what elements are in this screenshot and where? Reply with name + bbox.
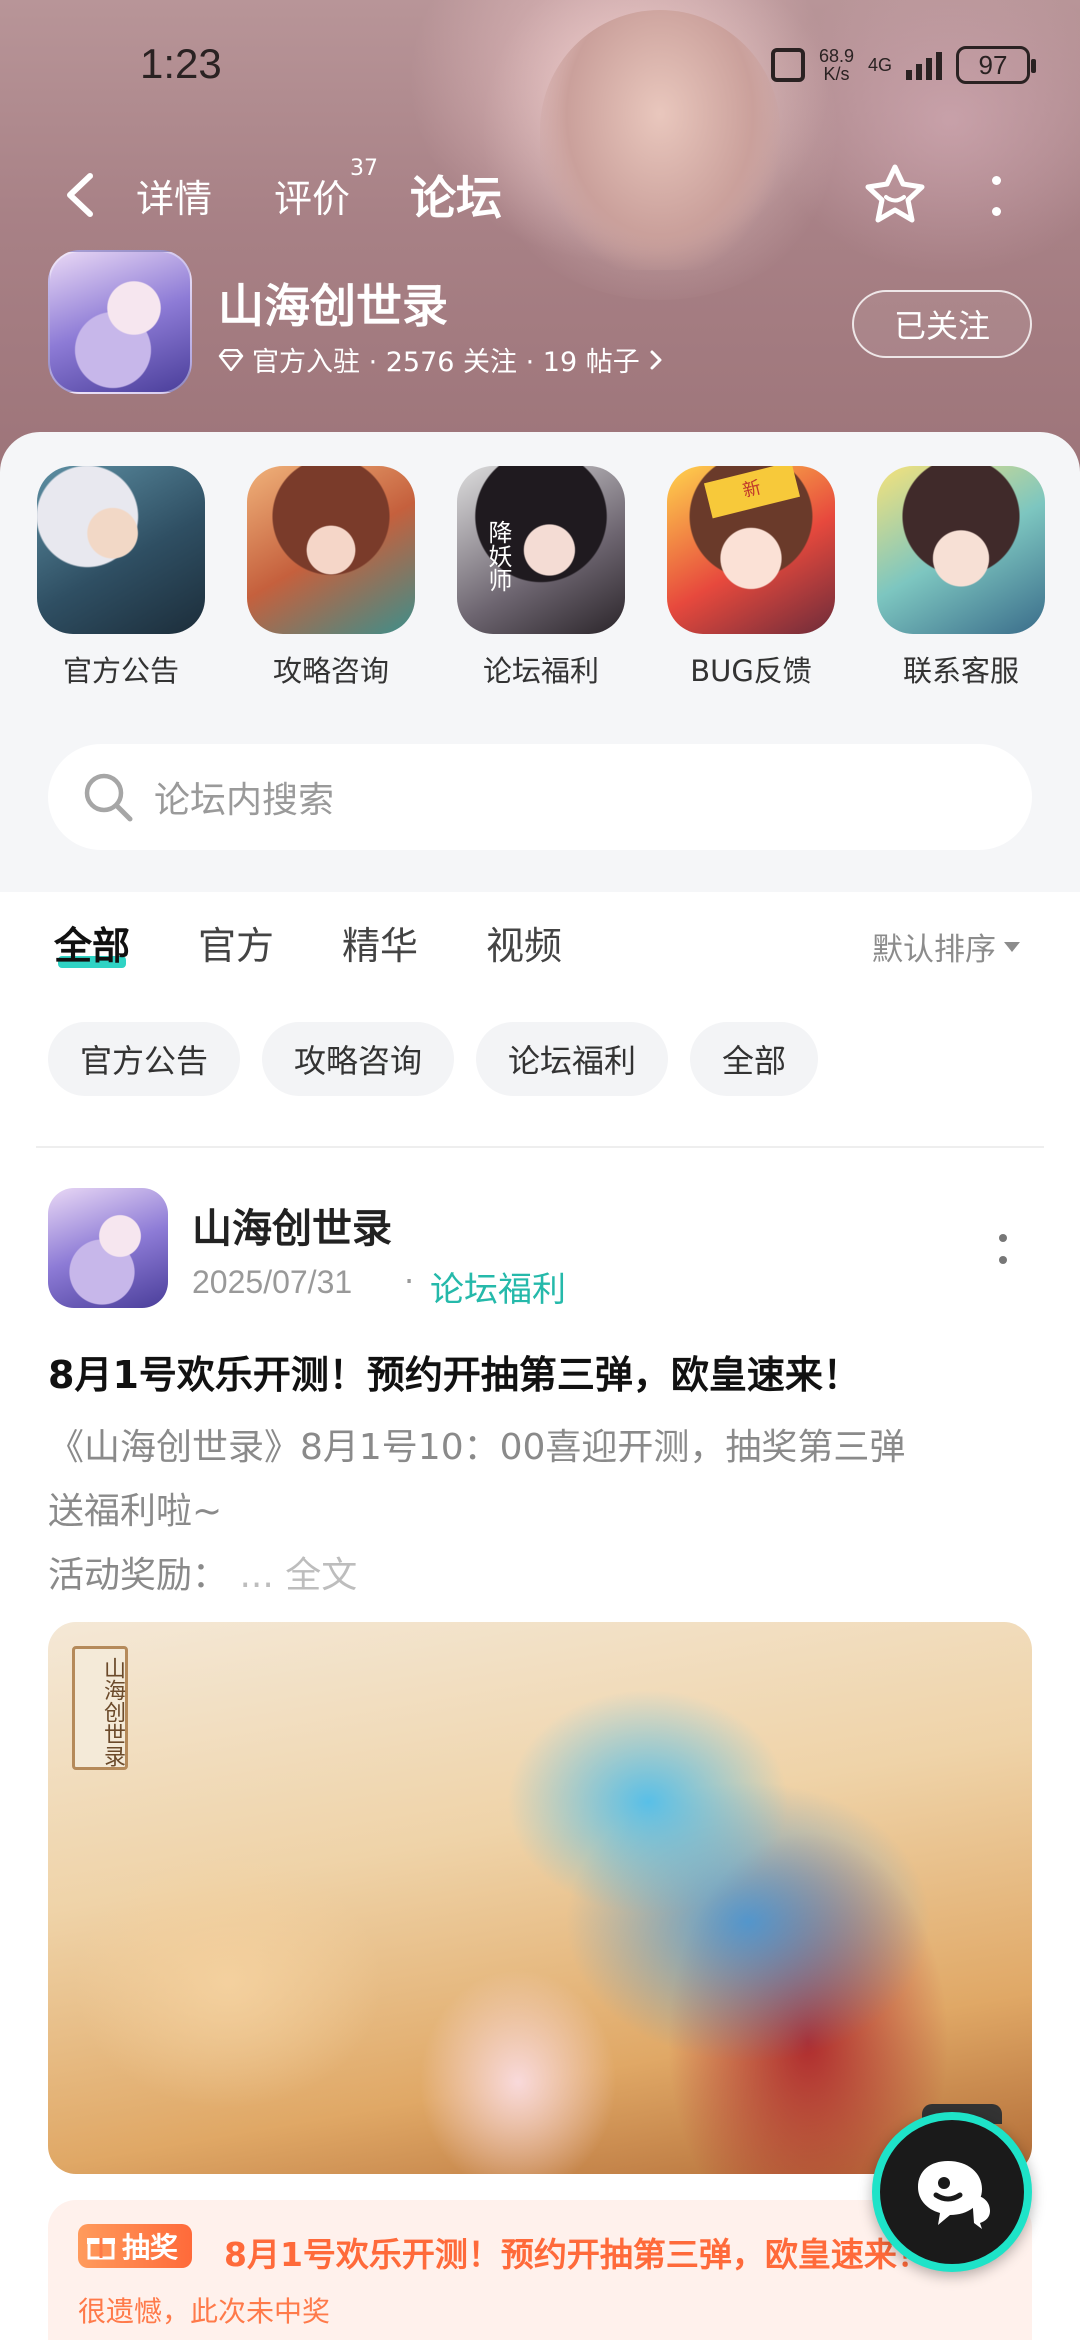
network-type: 4G <box>867 54 892 75</box>
meta-separator: · <box>404 1262 415 1300</box>
tab-reviews[interactable]: 评价 <box>274 168 350 223</box>
tab-all-label: 全部 <box>54 924 131 968</box>
shortcut-label: 攻略咨询 <box>272 654 389 688</box>
shortcut-label: BUG反馈 <box>690 654 812 688</box>
lottery-result: 很遗憾，此次未中奖 <box>78 2295 331 2328</box>
post-body[interactable]: 《山海创世录》8月1号10：00喜迎开测，抽奖第三弹 送福利啦~ 活动奖励： .… <box>48 1416 1044 1608</box>
tab-forum[interactable]: 论坛 <box>410 162 502 228</box>
post-date: 2025/07/31 <box>192 1264 353 1300</box>
image-title-seal: 山海创世录 <box>72 1646 128 1770</box>
divider <box>36 1146 1044 1148</box>
system-icons: 68.9 K/s 4G 97 <box>770 46 1036 84</box>
chip-all[interactable]: 全部 <box>690 1022 819 1096</box>
shortcut-thumbnail: 降妖师 <box>457 466 625 634</box>
post-body-line: 《山海创世录》8月1号10：00喜迎开测，抽奖第三弹 <box>48 1427 906 1468</box>
shortcut-label: 官方公告 <box>62 654 179 688</box>
shortcut-thumbnail: 新 <box>667 466 835 634</box>
tab-featured[interactable]: 精华 <box>342 915 418 970</box>
shortcut-guide[interactable]: 攻略咨询 <box>246 466 416 690</box>
app-meta[interactable]: 官方入驻 · 2576 关注 · 19 帖子 <box>218 340 664 379</box>
app-meta-text: 官方入驻 · 2576 关注 · 19 帖子 <box>252 347 640 378</box>
chat-fab-button[interactable] <box>872 2112 1032 2272</box>
shortcut-label: 论坛福利 <box>482 654 599 688</box>
shortcut-label: 联系客服 <box>902 654 1019 688</box>
top-nav: 详情 评价 37 论坛 <box>0 150 1080 240</box>
shortcut-thumbnail <box>877 466 1045 634</box>
author-avatar[interactable] <box>48 1188 168 1308</box>
gift-icon <box>87 2238 115 2260</box>
category-chips: 官方公告 攻略咨询 论坛福利 全部 <box>48 1022 819 1096</box>
back-arrow-icon[interactable] <box>60 172 100 218</box>
battery-icon: 97 <box>956 46 1036 84</box>
lottery-badge: 抽奖 <box>78 2224 193 2268</box>
search-icon <box>84 773 133 822</box>
thumbnail-calligraphy: 降妖师 <box>484 520 512 592</box>
tab-official[interactable]: 官方 <box>198 915 274 970</box>
search-placeholder: 论坛内搜索 <box>154 780 335 821</box>
shortcut-thumbnail <box>247 466 415 634</box>
tab-all[interactable]: 全部 <box>54 915 130 970</box>
post-body-line: 送福利啦~ <box>48 1491 223 1532</box>
shortcut-bug-report[interactable]: 新 BUG反馈 <box>666 466 836 690</box>
post-body-line: 活动奖励： ... 全文 <box>48 1555 358 1596</box>
verified-diamond-icon <box>218 348 244 371</box>
tab-forum-label: 论坛 <box>410 171 502 225</box>
shortcut-customer-service[interactable]: 联系客服 <box>876 466 1046 690</box>
lottery-title: 8月1号欢乐开测！预约开抽第三弹，欧皇速来！ <box>224 2235 930 2274</box>
thumbnail-ribbon: 新 <box>703 466 801 519</box>
shortcut-official-notice[interactable]: 官方公告 <box>36 466 206 690</box>
caret-down-icon <box>1004 941 1020 952</box>
tab-video[interactable]: 视频 <box>486 915 562 970</box>
post-image[interactable]: 山海创世录 <box>48 1622 1032 2174</box>
chevron-right-icon <box>650 350 662 369</box>
app-name: 山海创世录 <box>218 279 448 333</box>
status-bar: 1:23 68.9 K/s 4G 97 <box>0 0 1080 130</box>
app-icon[interactable] <box>48 250 192 394</box>
chip-guide[interactable]: 攻略咨询 <box>262 1022 455 1096</box>
sort-dropdown[interactable]: 默认排序 <box>872 924 1020 969</box>
forum-shortcuts: 官方公告 攻略咨询 降妖师 论坛福利 新 BUG反馈 联系客服 <box>0 466 1080 706</box>
network-speed: 68.9 K/s <box>818 46 854 84</box>
forum-search-input[interactable]: 论坛内搜索 <box>48 744 1032 850</box>
post-more-icon[interactable] <box>998 1234 1008 1264</box>
more-options-icon[interactable] <box>990 176 1002 216</box>
follow-button[interactable]: 已关注 <box>852 290 1032 358</box>
chip-forum-welfare[interactable]: 论坛福利 <box>476 1022 669 1096</box>
post-author[interactable]: 山海创世录 <box>192 1196 392 1254</box>
vibrate-icon <box>770 48 805 82</box>
tab-details[interactable]: 详情 <box>136 168 212 223</box>
sort-label: 默认排序 <box>872 932 996 968</box>
lottery-badge-label: 抽奖 <box>122 2231 179 2264</box>
favorite-star-icon[interactable] <box>862 162 928 228</box>
read-more-link[interactable]: ... 全文 <box>239 1555 357 1596</box>
chat-bubble-icon <box>918 2161 990 2229</box>
post-title[interactable]: 8月1号欢乐开测！预约开抽第三弹，欧皇速来！ <box>48 1344 1048 1399</box>
chip-official-notice[interactable]: 官方公告 <box>48 1022 241 1096</box>
signal-icon <box>906 50 942 80</box>
post-category[interactable]: 论坛福利 <box>430 1262 566 1311</box>
status-time: 1:23 <box>140 40 222 87</box>
shortcut-forum-welfare[interactable]: 降妖师 论坛福利 <box>456 466 626 690</box>
shortcut-thumbnail <box>37 466 205 634</box>
reviews-count-badge: 37 <box>350 156 378 181</box>
